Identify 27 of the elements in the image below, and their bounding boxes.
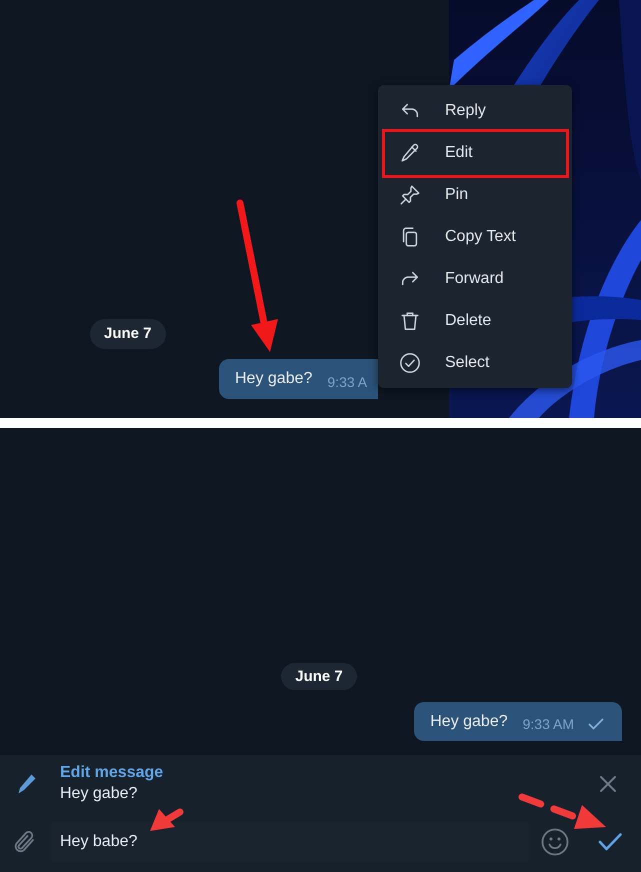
menu-item[interactable]: Delete: [378, 300, 572, 342]
menu-item[interactable]: Edit: [378, 132, 572, 174]
message-text: Hey gabe?: [235, 370, 312, 388]
check-icon: [598, 832, 622, 852]
emoji-button[interactable]: [541, 828, 569, 856]
close-icon: [600, 776, 616, 792]
menu-item[interactable]: Select: [378, 342, 572, 384]
original-message-text: Hey gabe?: [60, 785, 138, 803]
message-text: Hey gabe?: [430, 712, 508, 730]
date-badge: June 7: [281, 663, 357, 690]
trash-icon: [399, 310, 421, 332]
menu-item[interactable]: Reply: [378, 90, 572, 132]
menu-item[interactable]: Pin: [378, 174, 572, 216]
date-badge: June 7: [90, 319, 166, 349]
smiley-icon: [541, 828, 569, 856]
message-time: 9:33 A: [327, 372, 368, 390]
check-circle-icon: [399, 352, 421, 374]
menu-item[interactable]: Forward: [378, 258, 572, 300]
annotation-arrow: [150, 808, 184, 831]
pin-icon: [399, 184, 421, 206]
pencil-icon: [399, 142, 421, 164]
message-time: 9:33 AM: [522, 715, 574, 732]
edit-title: Edit message: [60, 764, 164, 782]
pencil-icon: [17, 772, 37, 794]
close-button[interactable]: [600, 776, 616, 792]
menu-item[interactable]: Copy Text: [378, 216, 572, 258]
send-button[interactable]: [598, 832, 622, 852]
